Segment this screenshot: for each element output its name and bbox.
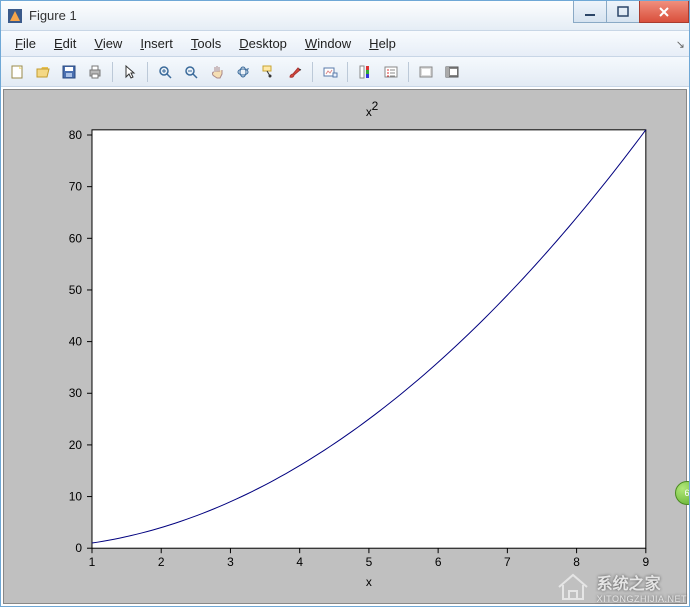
svg-text:3: 3 [227, 555, 234, 569]
save-button[interactable] [57, 60, 81, 84]
show-tools-button[interactable] [440, 60, 464, 84]
open-button[interactable] [31, 60, 55, 84]
svg-text:2: 2 [372, 99, 379, 113]
svg-text:50: 50 [69, 283, 83, 297]
menu-file[interactable]: File [7, 34, 44, 53]
print-button[interactable] [83, 60, 107, 84]
zoom-out-icon [183, 64, 199, 80]
svg-text:60: 60 [69, 231, 83, 245]
minimize-icon [584, 6, 596, 18]
legend-icon [383, 64, 399, 80]
svg-text:5: 5 [366, 555, 373, 569]
pointer-button[interactable] [118, 60, 142, 84]
hide-tools-button[interactable] [414, 60, 438, 84]
menubar: File Edit View Insert Tools Desktop Wind… [1, 31, 689, 57]
pan-icon [209, 64, 225, 80]
menu-view[interactable]: View [86, 34, 130, 53]
print-icon [87, 64, 103, 80]
figure-canvas-area: 12345678901020304050607080x2x [3, 89, 687, 604]
svg-text:1: 1 [89, 555, 96, 569]
svg-text:8: 8 [573, 555, 580, 569]
zoom-out-button[interactable] [179, 60, 203, 84]
toolbar [1, 57, 689, 87]
separator [312, 62, 313, 82]
maximize-button[interactable] [606, 1, 640, 23]
open-icon [35, 64, 51, 80]
window-buttons [574, 1, 689, 30]
minimize-button[interactable] [573, 1, 607, 23]
menu-tools[interactable]: Tools [183, 34, 229, 53]
menu-desktop[interactable]: Desktop [231, 34, 295, 53]
link-button[interactable] [318, 60, 342, 84]
dock-chevron-icon[interactable]: ↘ [676, 38, 685, 51]
close-button[interactable] [639, 1, 689, 23]
zoom-in-icon [157, 64, 173, 80]
svg-text:x: x [366, 575, 372, 589]
chart-svg: 12345678901020304050607080x2x [4, 90, 686, 603]
svg-text:10: 10 [69, 490, 83, 504]
svg-text:2: 2 [158, 555, 165, 569]
colorbar-icon [357, 64, 373, 80]
new-icon [9, 64, 25, 80]
colorbar-button[interactable] [353, 60, 377, 84]
svg-text:40: 40 [69, 335, 83, 349]
separator [347, 62, 348, 82]
menu-insert[interactable]: Insert [132, 34, 181, 53]
chart[interactable]: 12345678901020304050607080x2x [4, 90, 686, 603]
data-cursor-button[interactable] [257, 60, 281, 84]
save-icon [61, 64, 77, 80]
menu-window[interactable]: Window [297, 34, 359, 53]
data-cursor-icon [261, 64, 277, 80]
menu-help[interactable]: Help [361, 34, 404, 53]
show-tools-icon [444, 64, 460, 80]
separator [408, 62, 409, 82]
titlebar[interactable]: Figure 1 [1, 1, 689, 31]
svg-text:30: 30 [69, 386, 83, 400]
link-icon [322, 64, 338, 80]
pointer-icon [122, 64, 138, 80]
brush-button[interactable] [283, 60, 307, 84]
svg-text:20: 20 [69, 438, 83, 452]
pan-button[interactable] [205, 60, 229, 84]
legend-button[interactable] [379, 60, 403, 84]
svg-text:80: 80 [69, 128, 83, 142]
rotate-button[interactable] [231, 60, 255, 84]
svg-text:0: 0 [75, 541, 82, 555]
zoom-in-button[interactable] [153, 60, 177, 84]
svg-text:4: 4 [296, 555, 303, 569]
app-icon [7, 8, 23, 24]
window-title: Figure 1 [29, 8, 77, 23]
svg-text:9: 9 [643, 555, 650, 569]
new-figure-button[interactable] [5, 60, 29, 84]
close-icon [657, 6, 671, 18]
hide-tools-icon [418, 64, 434, 80]
rotate-icon [235, 64, 251, 80]
figure-window: Figure 1 File Edit View Insert Tools Des… [0, 0, 690, 607]
separator [112, 62, 113, 82]
svg-text:6: 6 [435, 555, 442, 569]
svg-text:7: 7 [504, 555, 511, 569]
menu-edit[interactable]: Edit [46, 34, 84, 53]
maximize-icon [617, 6, 629, 18]
separator [147, 62, 148, 82]
svg-text:70: 70 [69, 180, 83, 194]
brush-icon [287, 64, 303, 80]
